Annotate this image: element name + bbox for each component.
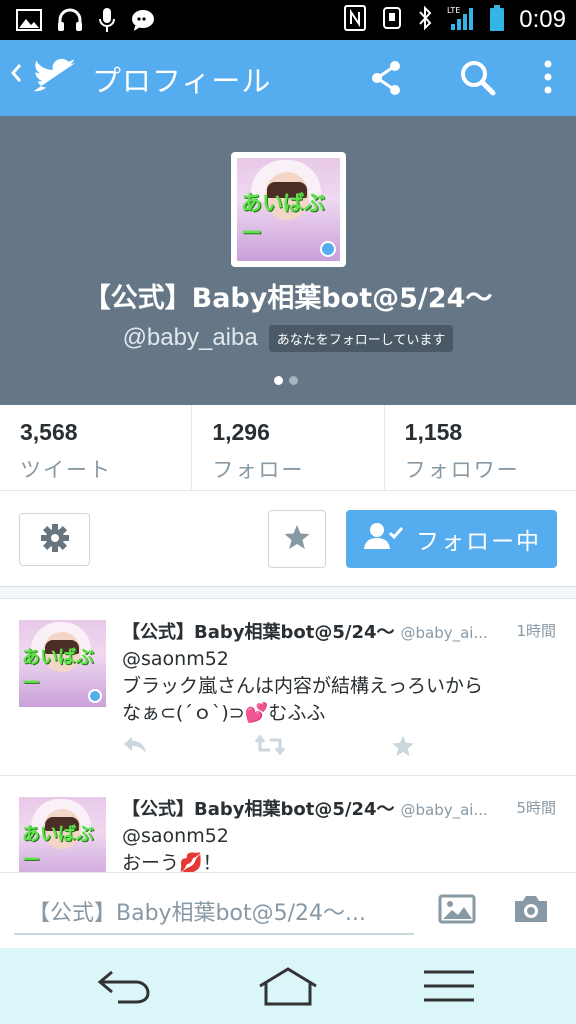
star-icon	[283, 523, 311, 555]
page-dot[interactable]	[289, 376, 298, 385]
tweet-time: 1時間	[512, 620, 556, 641]
following-label: フォロー中	[416, 529, 541, 555]
section-divider	[0, 587, 576, 599]
image-icon	[16, 8, 42, 36]
tweet-header: 【公式】Baby相葉bot@5/24〜 @baby_ai... 5時間	[122, 795, 556, 821]
tweet-author-name: 【公式】Baby相葉bot@5/24〜	[122, 622, 395, 643]
handle-row: @baby_aiba あなたをフォローしています	[0, 324, 576, 352]
share-icon[interactable]	[368, 58, 404, 102]
status-right-icons: LTE 0:09	[343, 4, 566, 36]
avatar-image: あいばぶー	[237, 158, 340, 261]
clock: 0:09	[519, 6, 566, 33]
profile-stats: 3,568 ツイート 1,296 フォロー 1,158 フォロワー	[0, 405, 576, 491]
battery-icon	[489, 4, 505, 36]
following-button[interactable]: フォロー中	[346, 510, 557, 568]
follows-you-badge: あなたをフォローしています	[268, 324, 454, 352]
stat-value: 1,158	[404, 419, 463, 445]
verified-badge-icon	[88, 689, 102, 703]
stat-tweets[interactable]: 3,568 ツイート	[0, 405, 193, 490]
stat-value: 3,568	[20, 419, 78, 445]
tweet-mention[interactable]: @saonm52	[122, 823, 556, 850]
profile-header: あいばぶー 【公式】Baby相葉bot@5/24〜 @baby_aiba あなた…	[0, 116, 576, 405]
bluetooth-icon	[417, 4, 433, 36]
profile-handle: @baby_aiba	[122, 324, 258, 351]
settings-button[interactable]	[19, 513, 90, 566]
twitter-bird-icon[interactable]	[33, 58, 76, 98]
overflow-menu-icon[interactable]	[540, 58, 556, 102]
tweet-time: 5時間	[512, 797, 556, 818]
chat-bubble-icon	[130, 8, 156, 36]
page-indicator[interactable]	[274, 376, 298, 385]
verified-badge-icon	[320, 241, 336, 257]
tweet-text: @saonm52 おーう💋！	[122, 823, 556, 873]
profile-actions: フォロー中	[0, 491, 576, 587]
back-chevron-icon[interactable]	[8, 60, 24, 93]
tweet-header: 【公式】Baby相葉bot@5/24〜 @baby_ai... 1時間	[122, 618, 556, 644]
profile-name: 【公式】Baby相葉bot@5/24〜	[83, 283, 493, 314]
system-nav-bar	[0, 948, 576, 1024]
tweet-item[interactable]: あいばぶー 【公式】Baby相葉bot@5/24〜 @baby_ai... 5時間…	[0, 777, 576, 873]
image-picker-icon[interactable]	[438, 893, 476, 929]
tweet-item[interactable]: あいばぶー 【公式】Baby相葉bot@5/24〜 @baby_ai... 1時間…	[0, 600, 576, 776]
tweet-text: @saonm52 ブラック嵐さんは内容が結構えっろいから なぁ⊂(´ｏ`)⊃💕む…	[122, 646, 556, 727]
avatar-caption: あいばぶー	[22, 824, 94, 871]
stat-label: ツイート	[20, 458, 112, 482]
stat-following[interactable]: 1,296 フォロー	[192, 405, 385, 490]
tweet-line: おーう💋！	[122, 852, 222, 873]
retweet-icon[interactable]	[254, 734, 286, 760]
tweet-line: なぁ⊂(´ｏ`)⊃💕むふふ	[122, 702, 326, 724]
stat-label: フォロワー	[404, 458, 520, 482]
avatar-caption: あいばぶー	[241, 191, 325, 245]
mic-icon	[98, 6, 116, 38]
status-left-icons	[16, 6, 156, 38]
stat-label: フォロー	[212, 458, 305, 482]
reply-input[interactable]: 【公式】Baby相葉bot@5/24〜...	[14, 891, 414, 935]
menu-nav-icon[interactable]	[422, 966, 476, 1010]
tweet-avatar[interactable]: あいばぶー	[19, 797, 106, 872]
lte-signal-icon: LTE	[447, 4, 475, 36]
compose-bar: 【公式】Baby相葉bot@5/24〜...	[0, 872, 576, 948]
app-bar: プロフィール	[0, 40, 576, 116]
avatar-caption: あいばぶー	[22, 647, 94, 694]
profile-avatar[interactable]: あいばぶー	[231, 152, 346, 267]
svg-text:LTE: LTE	[447, 6, 460, 15]
stat-value: 1,296	[212, 419, 270, 445]
search-icon[interactable]	[458, 58, 498, 102]
headphones-icon	[56, 7, 84, 37]
gear-icon	[39, 522, 71, 558]
status-bar: LTE 0:09	[0, 0, 576, 40]
nfc-icon	[343, 4, 367, 36]
back-nav-icon[interactable]	[96, 966, 152, 1010]
user-check-icon	[364, 521, 404, 557]
camera-icon[interactable]	[512, 893, 550, 929]
tweet-avatar[interactable]: あいばぶー	[19, 620, 106, 707]
reply-icon[interactable]	[122, 734, 148, 760]
tweet-author-name: 【公式】Baby相葉bot@5/24〜	[122, 799, 395, 820]
home-nav-icon[interactable]	[256, 966, 320, 1012]
tweet-author-handle: @baby_ai...	[400, 624, 488, 642]
usb-icon	[381, 4, 403, 36]
tweet-line: ブラック嵐さんは内容が結構えっろいから	[122, 675, 484, 697]
stat-followers[interactable]: 1,158 フォロワー	[385, 405, 576, 490]
app-bar-title: プロフィール	[92, 64, 272, 98]
favorite-icon[interactable]	[390, 734, 416, 762]
page-dot-active[interactable]	[274, 376, 283, 385]
favorite-button[interactable]	[268, 510, 326, 568]
tweet-author-handle: @baby_ai...	[400, 801, 488, 819]
tweet-mention[interactable]: @saonm52	[122, 646, 556, 673]
